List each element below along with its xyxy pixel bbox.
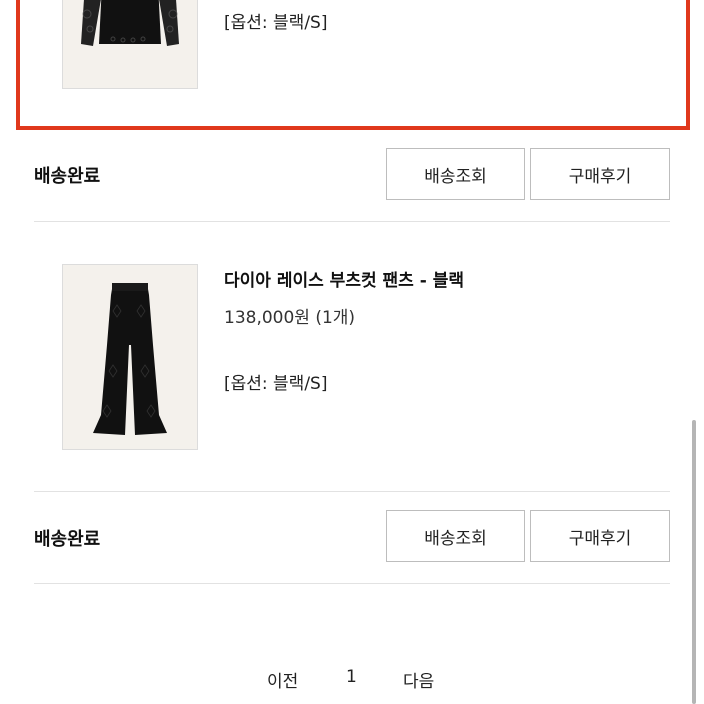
order2-price: 138,000원 (1개) [224, 308, 356, 328]
order2-option: [옵션: 블랙/S] [224, 374, 328, 394]
pagination-next[interactable]: 다음 [403, 667, 434, 692]
scrollbar[interactable] [692, 420, 696, 704]
delivery-status-1: 배송완료 [34, 166, 101, 187]
order1-option: [옵션: 블랙/S] [224, 13, 328, 33]
product-thumbnail-lace-top[interactable] [62, 0, 198, 89]
delivery-status-2: 배송완료 [34, 529, 101, 550]
write-review-button-2[interactable]: 구매후기 [530, 510, 670, 562]
divider-2 [34, 491, 670, 492]
track-delivery-button-2[interactable]: 배송조회 [386, 510, 525, 562]
divider-3 [34, 583, 670, 584]
order2-product-title[interactable]: 다이아 레이스 부츠컷 팬츠 - 블랙 [224, 266, 464, 291]
divider-1 [34, 221, 670, 222]
pagination-prev[interactable]: 이전 [267, 667, 298, 692]
write-review-button-1[interactable]: 구매후기 [530, 148, 670, 200]
track-delivery-button-1[interactable]: 배송조회 [386, 148, 525, 200]
product-thumbnail-bootcut-pants[interactable] [62, 264, 198, 450]
pagination-page-1[interactable]: 1 [346, 667, 357, 687]
